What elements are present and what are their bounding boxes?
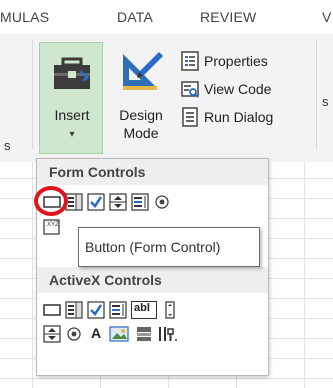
tooltip-text: Button (Form Control) [85, 239, 221, 255]
tooltip: Button (Form Control) [78, 227, 260, 267]
group-separator [32, 40, 33, 150]
design-mode-button[interactable]: Design Mode [108, 42, 174, 154]
form-group-box-icon[interactable]: XYZ [43, 217, 61, 235]
activex-controls-header: ActiveX Controls [37, 267, 268, 293]
grid-column-line [32, 162, 33, 388]
tab-data[interactable]: DATA [117, 9, 153, 25]
ribbon-group-fragment: s [4, 138, 11, 153]
highlight-ring-annotation [34, 186, 68, 216]
properties-label: Properties [204, 53, 268, 69]
group-separator [316, 40, 317, 150]
insert-label: Insert [54, 107, 90, 123]
ribbon-tab-strip: MULAS DATA REVIEW V [0, 0, 333, 34]
tab-review[interactable]: REVIEW [200, 9, 256, 25]
activex-command-button-icon[interactable] [43, 301, 61, 319]
design-mode-icon [123, 52, 163, 90]
insert-controls-button[interactable]: Insert ▾ [39, 42, 103, 154]
run-dialog-label: Run Dialog [204, 109, 274, 125]
view-code-icon [181, 81, 199, 98]
form-controls-header: Form Controls [37, 159, 268, 185]
text-box-icon-glyph: abl [134, 302, 150, 314]
grid-column-line [304, 162, 305, 388]
activex-combo-box-icon[interactable] [65, 301, 83, 319]
form-checkbox-icon[interactable] [87, 193, 105, 211]
activex-scroll-bar-icon[interactable] [161, 301, 179, 319]
activex-text-box-icon[interactable]: abl [131, 301, 157, 319]
more-controls-icon[interactable] [157, 325, 179, 343]
run-dialog-icon [182, 107, 198, 127]
form-list-box-icon[interactable] [131, 193, 149, 211]
activex-list-box-icon[interactable] [109, 301, 127, 319]
label-icon-glyph: A [91, 325, 102, 341]
toolbox-icon [54, 57, 90, 89]
activex-option-button-icon[interactable] [65, 325, 83, 343]
activex-checkbox-icon[interactable] [87, 301, 105, 319]
grid-row-line [0, 378, 333, 379]
design-mode-label-line1: Design [119, 107, 163, 123]
design-mode-label-line2: Mode [123, 125, 159, 141]
activex-label-icon[interactable]: A [87, 325, 105, 343]
ribbon-group-fragment: s [322, 94, 329, 109]
design-mode-label: Design Mode [108, 106, 174, 142]
activex-controls-header-label: ActiveX Controls [49, 272, 162, 288]
view-code-label: View Code [204, 81, 272, 97]
tab-view[interactable]: V [322, 9, 332, 25]
form-spin-button-icon[interactable] [109, 193, 127, 211]
svg-text:XYZ: XYZ [47, 222, 59, 228]
form-option-button-icon[interactable] [153, 193, 171, 211]
activex-image-icon[interactable] [109, 325, 131, 343]
properties-icon [181, 51, 199, 71]
tab-formulas[interactable]: MULAS [0, 9, 49, 25]
activex-toggle-button-icon[interactable] [135, 325, 153, 343]
form-controls-header-label: Form Controls [49, 164, 146, 180]
chevron-down-icon: ▾ [69, 129, 75, 140]
insert-controls-dropdown: Form Controls XYZ ActiveX Controls abl A [36, 158, 269, 376]
activex-spin-button-icon[interactable] [43, 325, 61, 343]
